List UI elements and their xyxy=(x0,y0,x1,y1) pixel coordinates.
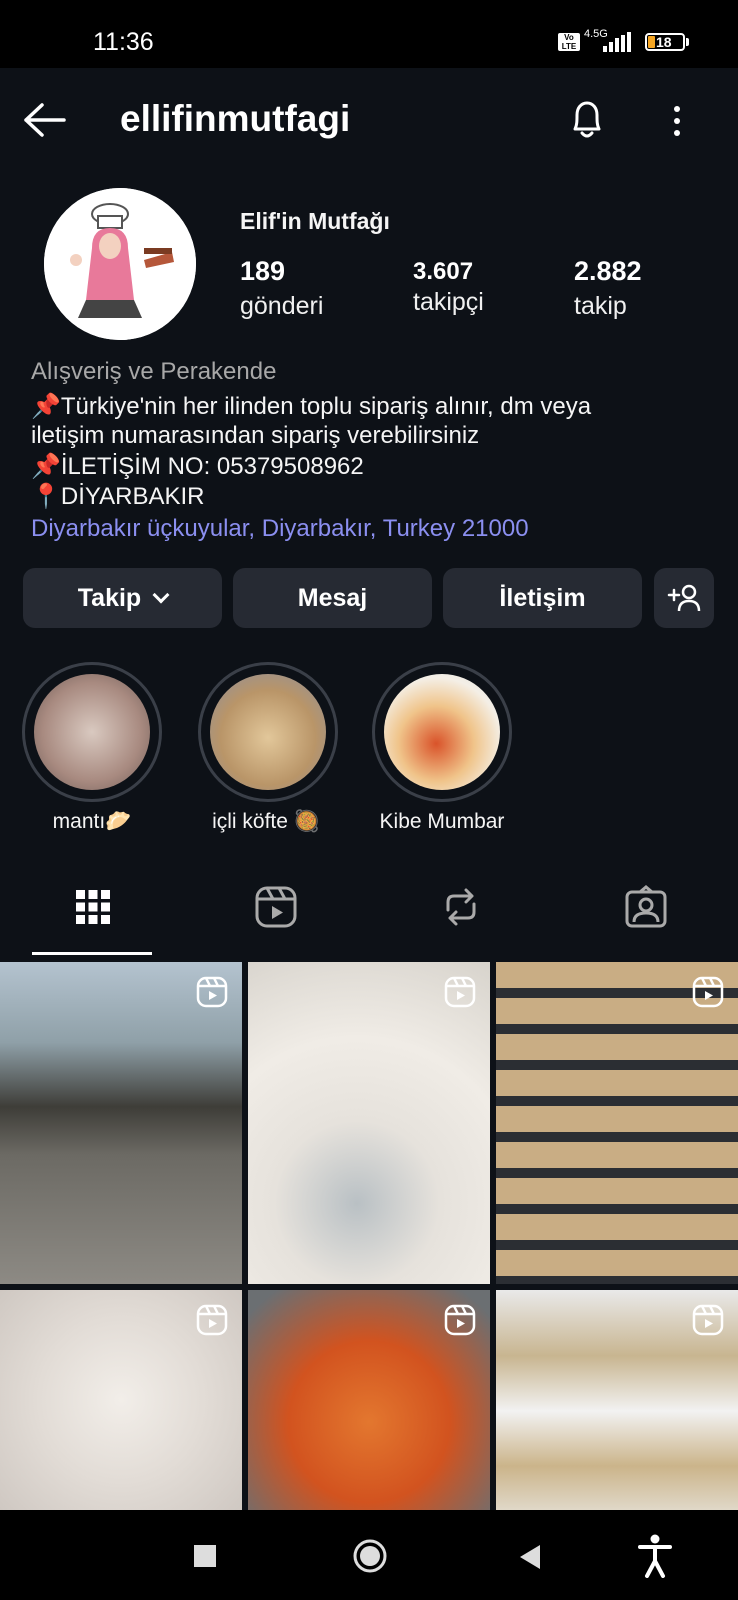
reel-badge-icon xyxy=(196,976,228,1008)
bio-line: 📌Türkiye'nin her ilinden toplu sipariş a… xyxy=(31,393,592,420)
bio-line: iletişim numarasından sipariş verebilirs… xyxy=(31,422,480,449)
profile-location-link[interactable]: Diyarbakır üçkuyular, Diyarbakır, Turkey… xyxy=(31,515,529,543)
profile-username: ellifinmutfagi xyxy=(120,98,351,139)
followers-count[interactable]: 3.607 xyxy=(413,258,473,286)
volte-icon: Vo LTE xyxy=(558,33,580,51)
profile-category: Alışveriş ve Perakende xyxy=(31,358,277,385)
highlight-icli-kofte[interactable] xyxy=(198,662,338,802)
suggest-people-button[interactable] xyxy=(654,568,714,628)
followers-label[interactable]: takipçi xyxy=(413,288,484,317)
profile-avatar[interactable] xyxy=(44,188,196,340)
following-count[interactable]: 2.882 xyxy=(574,256,642,287)
back-arrow-icon[interactable] xyxy=(22,100,68,140)
recents-icon[interactable] xyxy=(194,1545,216,1567)
reels-tab-icon[interactable] xyxy=(253,884,299,930)
follow-button[interactable]: Takip xyxy=(23,568,222,628)
message-button[interactable]: Mesaj xyxy=(233,568,432,628)
posts-label[interactable]: gönderi xyxy=(240,292,323,321)
accessibility-icon[interactable] xyxy=(638,1534,672,1578)
highlight-kibe-mumbar[interactable] xyxy=(372,662,512,802)
reel-badge-icon xyxy=(692,1304,724,1336)
contact-button-label: İletişim xyxy=(499,583,586,612)
reel-badge-icon xyxy=(444,1304,476,1336)
posts-count[interactable]: 189 xyxy=(240,256,285,287)
battery-icon: 18 xyxy=(645,33,685,51)
chef-illustration xyxy=(44,188,196,340)
reel-badge-icon xyxy=(692,976,724,1008)
highlight-image xyxy=(34,674,150,790)
battery-level: 18 xyxy=(656,34,672,50)
post-thumbnail[interactable] xyxy=(0,962,242,1284)
more-options-icon[interactable] xyxy=(662,103,692,139)
contact-button[interactable]: İletişim xyxy=(443,568,642,628)
post-thumbnail[interactable] xyxy=(496,1290,738,1510)
post-thumbnail[interactable] xyxy=(248,1290,490,1510)
active-tab-indicator xyxy=(32,952,152,955)
follow-button-label: Takip xyxy=(77,583,142,612)
reel-badge-icon xyxy=(196,1304,228,1336)
chevron-down-icon xyxy=(152,586,170,604)
tagged-tab-icon[interactable] xyxy=(623,884,669,930)
reposts-tab-icon[interactable] xyxy=(438,884,484,930)
highlight-label: mantı🥟 xyxy=(52,810,132,833)
highlight-label: içli köfte 🥘 xyxy=(212,810,320,833)
post-thumbnail[interactable] xyxy=(0,1290,242,1510)
bio-line: 📍DİYARBAKIR xyxy=(31,483,205,510)
post-thumbnail[interactable] xyxy=(496,962,738,1284)
highlight-label: Kibe Mumbar xyxy=(379,810,505,833)
highlight-image xyxy=(210,674,326,790)
profile-display-name: Elif'in Mutfağı xyxy=(240,208,390,234)
reel-badge-icon xyxy=(444,976,476,1008)
status-time: 11:36 xyxy=(93,28,154,56)
bell-icon[interactable] xyxy=(565,97,609,141)
highlight-manti[interactable] xyxy=(22,662,162,802)
signal-icon xyxy=(603,32,635,52)
following-label[interactable]: takip xyxy=(574,292,627,321)
battery-tip xyxy=(686,38,689,46)
highlight-image xyxy=(384,674,500,790)
post-thumbnail[interactable] xyxy=(248,962,490,1284)
back-nav-icon[interactable] xyxy=(518,1544,542,1570)
home-icon[interactable] xyxy=(352,1538,388,1574)
bio-line: 📌İLETİŞİM NO: 05379508962 xyxy=(31,453,364,480)
message-button-label: Mesaj xyxy=(297,583,368,612)
grid-tab-icon[interactable] xyxy=(70,884,116,930)
add-person-icon xyxy=(667,584,701,612)
